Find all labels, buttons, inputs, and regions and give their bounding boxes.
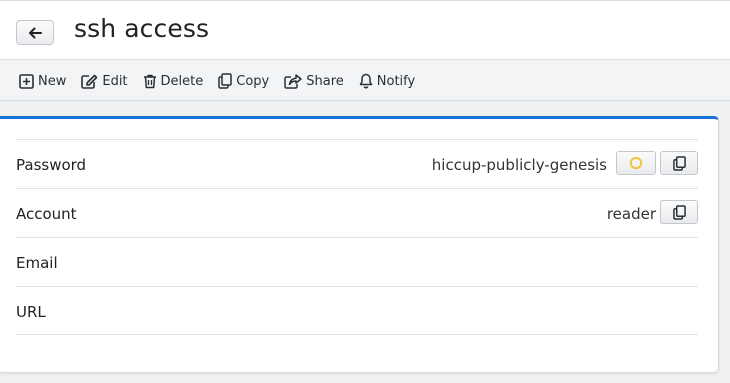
field-row-url: URL <box>16 286 698 335</box>
new-label: New <box>38 73 67 89</box>
field-label: URL <box>16 303 46 321</box>
share-button[interactable]: Share <box>284 69 344 93</box>
circle-indicator-icon <box>629 156 643 170</box>
copy-button[interactable]: Copy <box>218 69 269 93</box>
copy-account-button[interactable] <box>660 200 698 224</box>
delete-label: Delete <box>160 73 204 89</box>
field-row-email: Email <box>16 237 698 286</box>
field-row-password: Password hiccup-publicly-genesis <box>16 139 698 188</box>
toolbar: New Edit Delete Copy Share Notify <box>0 60 730 101</box>
copy-password-button[interactable] <box>660 151 698 175</box>
notify-label: Notify <box>376 73 416 89</box>
page-header: ssh access <box>0 0 730 60</box>
password-value[interactable]: hiccup-publicly-genesis <box>432 156 607 174</box>
page-title: ssh access <box>74 14 210 43</box>
copy-icon <box>672 204 686 220</box>
copy-icon <box>672 155 686 171</box>
copy-icon <box>218 73 233 89</box>
edit-icon <box>81 74 98 89</box>
field-label: Account <box>16 205 77 223</box>
new-button[interactable]: New <box>19 69 66 93</box>
copy-label: Copy <box>236 73 270 89</box>
edit-button[interactable]: Edit <box>81 69 128 93</box>
field-label: Password <box>16 156 87 174</box>
plus-square-icon <box>19 73 34 89</box>
notify-button[interactable]: Notify <box>359 69 415 93</box>
bell-icon <box>359 73 373 89</box>
delete-button[interactable]: Delete <box>143 69 204 93</box>
arrow-left-icon <box>29 27 42 38</box>
share-label: Share <box>306 73 344 89</box>
trash-icon <box>143 74 156 88</box>
detail-card: Password hiccup-publicly-genesis Account… <box>0 116 719 373</box>
share-icon <box>284 73 302 89</box>
edit-label: Edit <box>102 73 128 89</box>
back-button[interactable] <box>16 20 54 45</box>
field-row-account: Account reader <box>16 188 698 237</box>
account-value[interactable]: reader <box>607 205 656 223</box>
reveal-password-button[interactable] <box>616 151 656 175</box>
field-label: Email <box>16 254 58 272</box>
